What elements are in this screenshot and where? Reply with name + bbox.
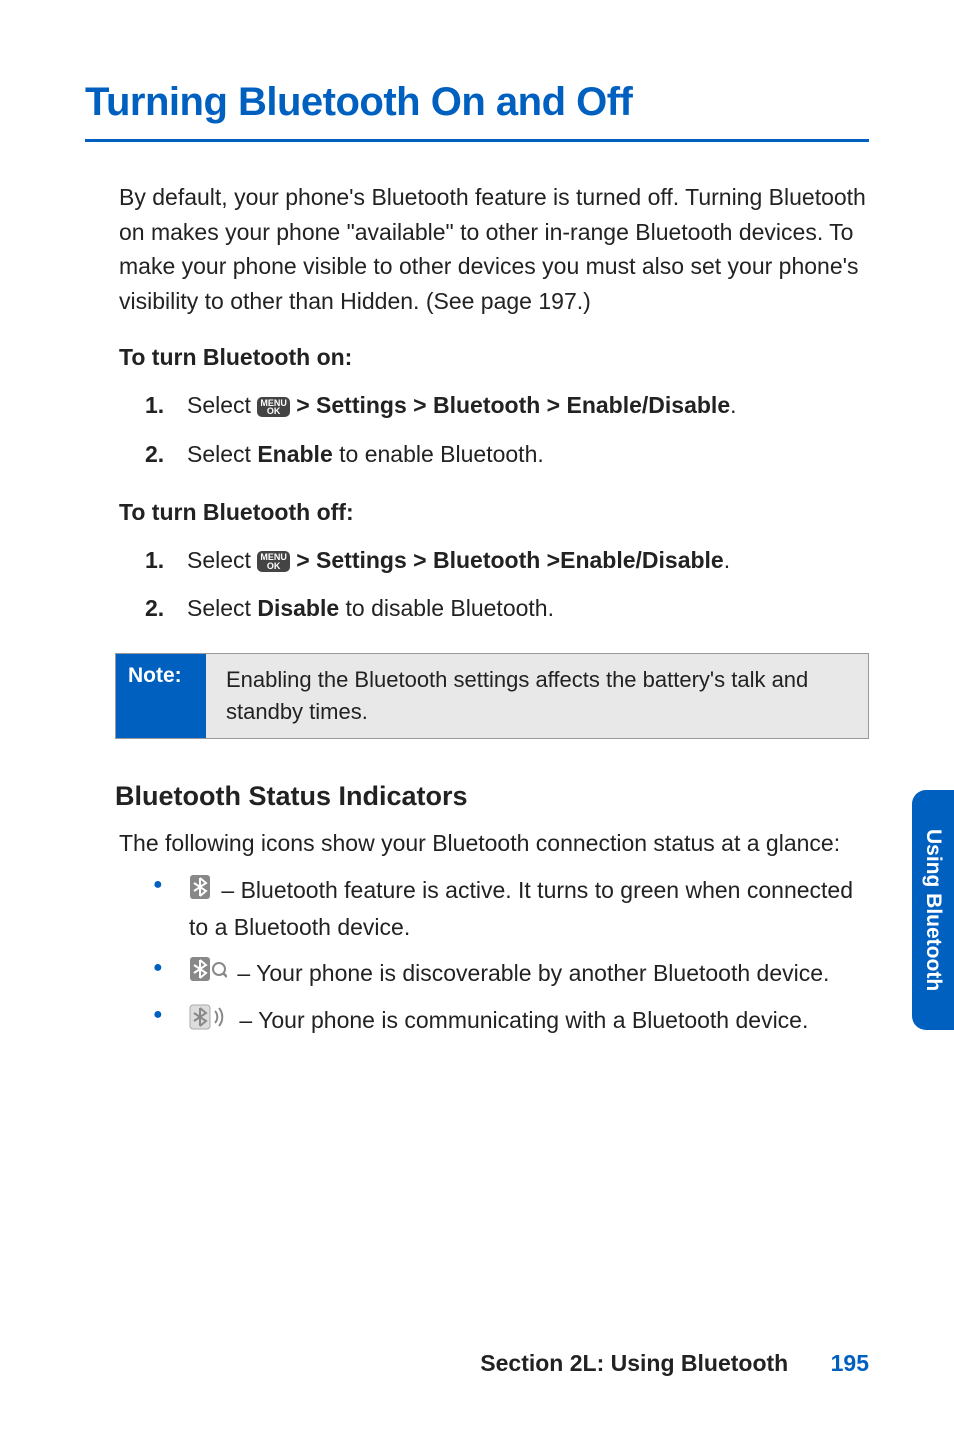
turn-off-heading: To turn Bluetooth off: xyxy=(119,499,869,526)
turn-on-step-1: 1. Select MENUOK > Settings > Bluetooth … xyxy=(145,387,869,424)
step-text: Select xyxy=(187,392,257,418)
enable-label: Enable xyxy=(257,441,332,467)
indicator-text: – Your phone is discoverable by another … xyxy=(231,960,829,986)
side-tab: Using Bluetooth xyxy=(912,790,954,1030)
indicator-communicating: – Your phone is communicating with a Blu… xyxy=(145,1003,869,1040)
menu-path: > Settings > Bluetooth >Enable/Disable xyxy=(290,547,724,573)
turn-on-step-2: 2. Select Enable to enable Bluetooth. xyxy=(145,436,869,473)
turn-on-heading: To turn Bluetooth on: xyxy=(119,344,869,371)
bluetooth-communicating-icon xyxy=(189,1004,229,1041)
disable-label: Disable xyxy=(257,595,339,621)
step-text: Select xyxy=(187,547,257,573)
status-indicators-heading: Bluetooth Status Indicators xyxy=(115,781,869,812)
step-text: Select xyxy=(187,595,257,621)
indicator-text: – Bluetooth feature is active. It turns … xyxy=(189,877,853,940)
indicator-active: – Bluetooth feature is active. It turns … xyxy=(145,873,869,946)
footer: Section 2L: Using Bluetooth 195 xyxy=(480,1350,869,1377)
menu-ok-key-icon: MENUOK xyxy=(257,397,290,417)
note-box: Note: Enabling the Bluetooth settings af… xyxy=(115,653,869,739)
menu-path: > Settings > Bluetooth > Enable/Disable xyxy=(290,392,730,418)
side-tab-label: Using Bluetooth xyxy=(921,829,945,991)
intro-paragraph: By default, your phone's Bluetooth featu… xyxy=(119,180,869,318)
bluetooth-discoverable-icon xyxy=(189,956,227,993)
indicator-discoverable: – Your phone is discoverable by another … xyxy=(145,956,869,993)
note-label: Note: xyxy=(116,654,206,738)
step-text: Select xyxy=(187,441,257,467)
note-text: Enabling the Bluetooth settings affects … xyxy=(206,654,868,738)
turn-off-step-2: 2. Select Disable to disable Bluetooth. xyxy=(145,590,869,627)
page-number: 195 xyxy=(831,1350,869,1376)
turn-off-step-1: 1. Select MENUOK > Settings > Bluetooth … xyxy=(145,542,869,579)
status-intro: The following icons show your Bluetooth … xyxy=(119,830,869,857)
page-title: Turning Bluetooth On and Off xyxy=(85,80,869,142)
turn-on-steps: 1. Select MENUOK > Settings > Bluetooth … xyxy=(145,387,869,473)
menu-ok-key-icon: MENUOK xyxy=(257,551,290,571)
footer-section: Section 2L: Using Bluetooth xyxy=(480,1350,788,1376)
status-indicator-list: – Bluetooth feature is active. It turns … xyxy=(145,873,869,1040)
turn-off-steps: 1. Select MENUOK > Settings > Bluetooth … xyxy=(145,542,869,628)
bluetooth-active-icon xyxy=(189,874,211,911)
indicator-text: – Your phone is communicating with a Blu… xyxy=(233,1007,808,1033)
